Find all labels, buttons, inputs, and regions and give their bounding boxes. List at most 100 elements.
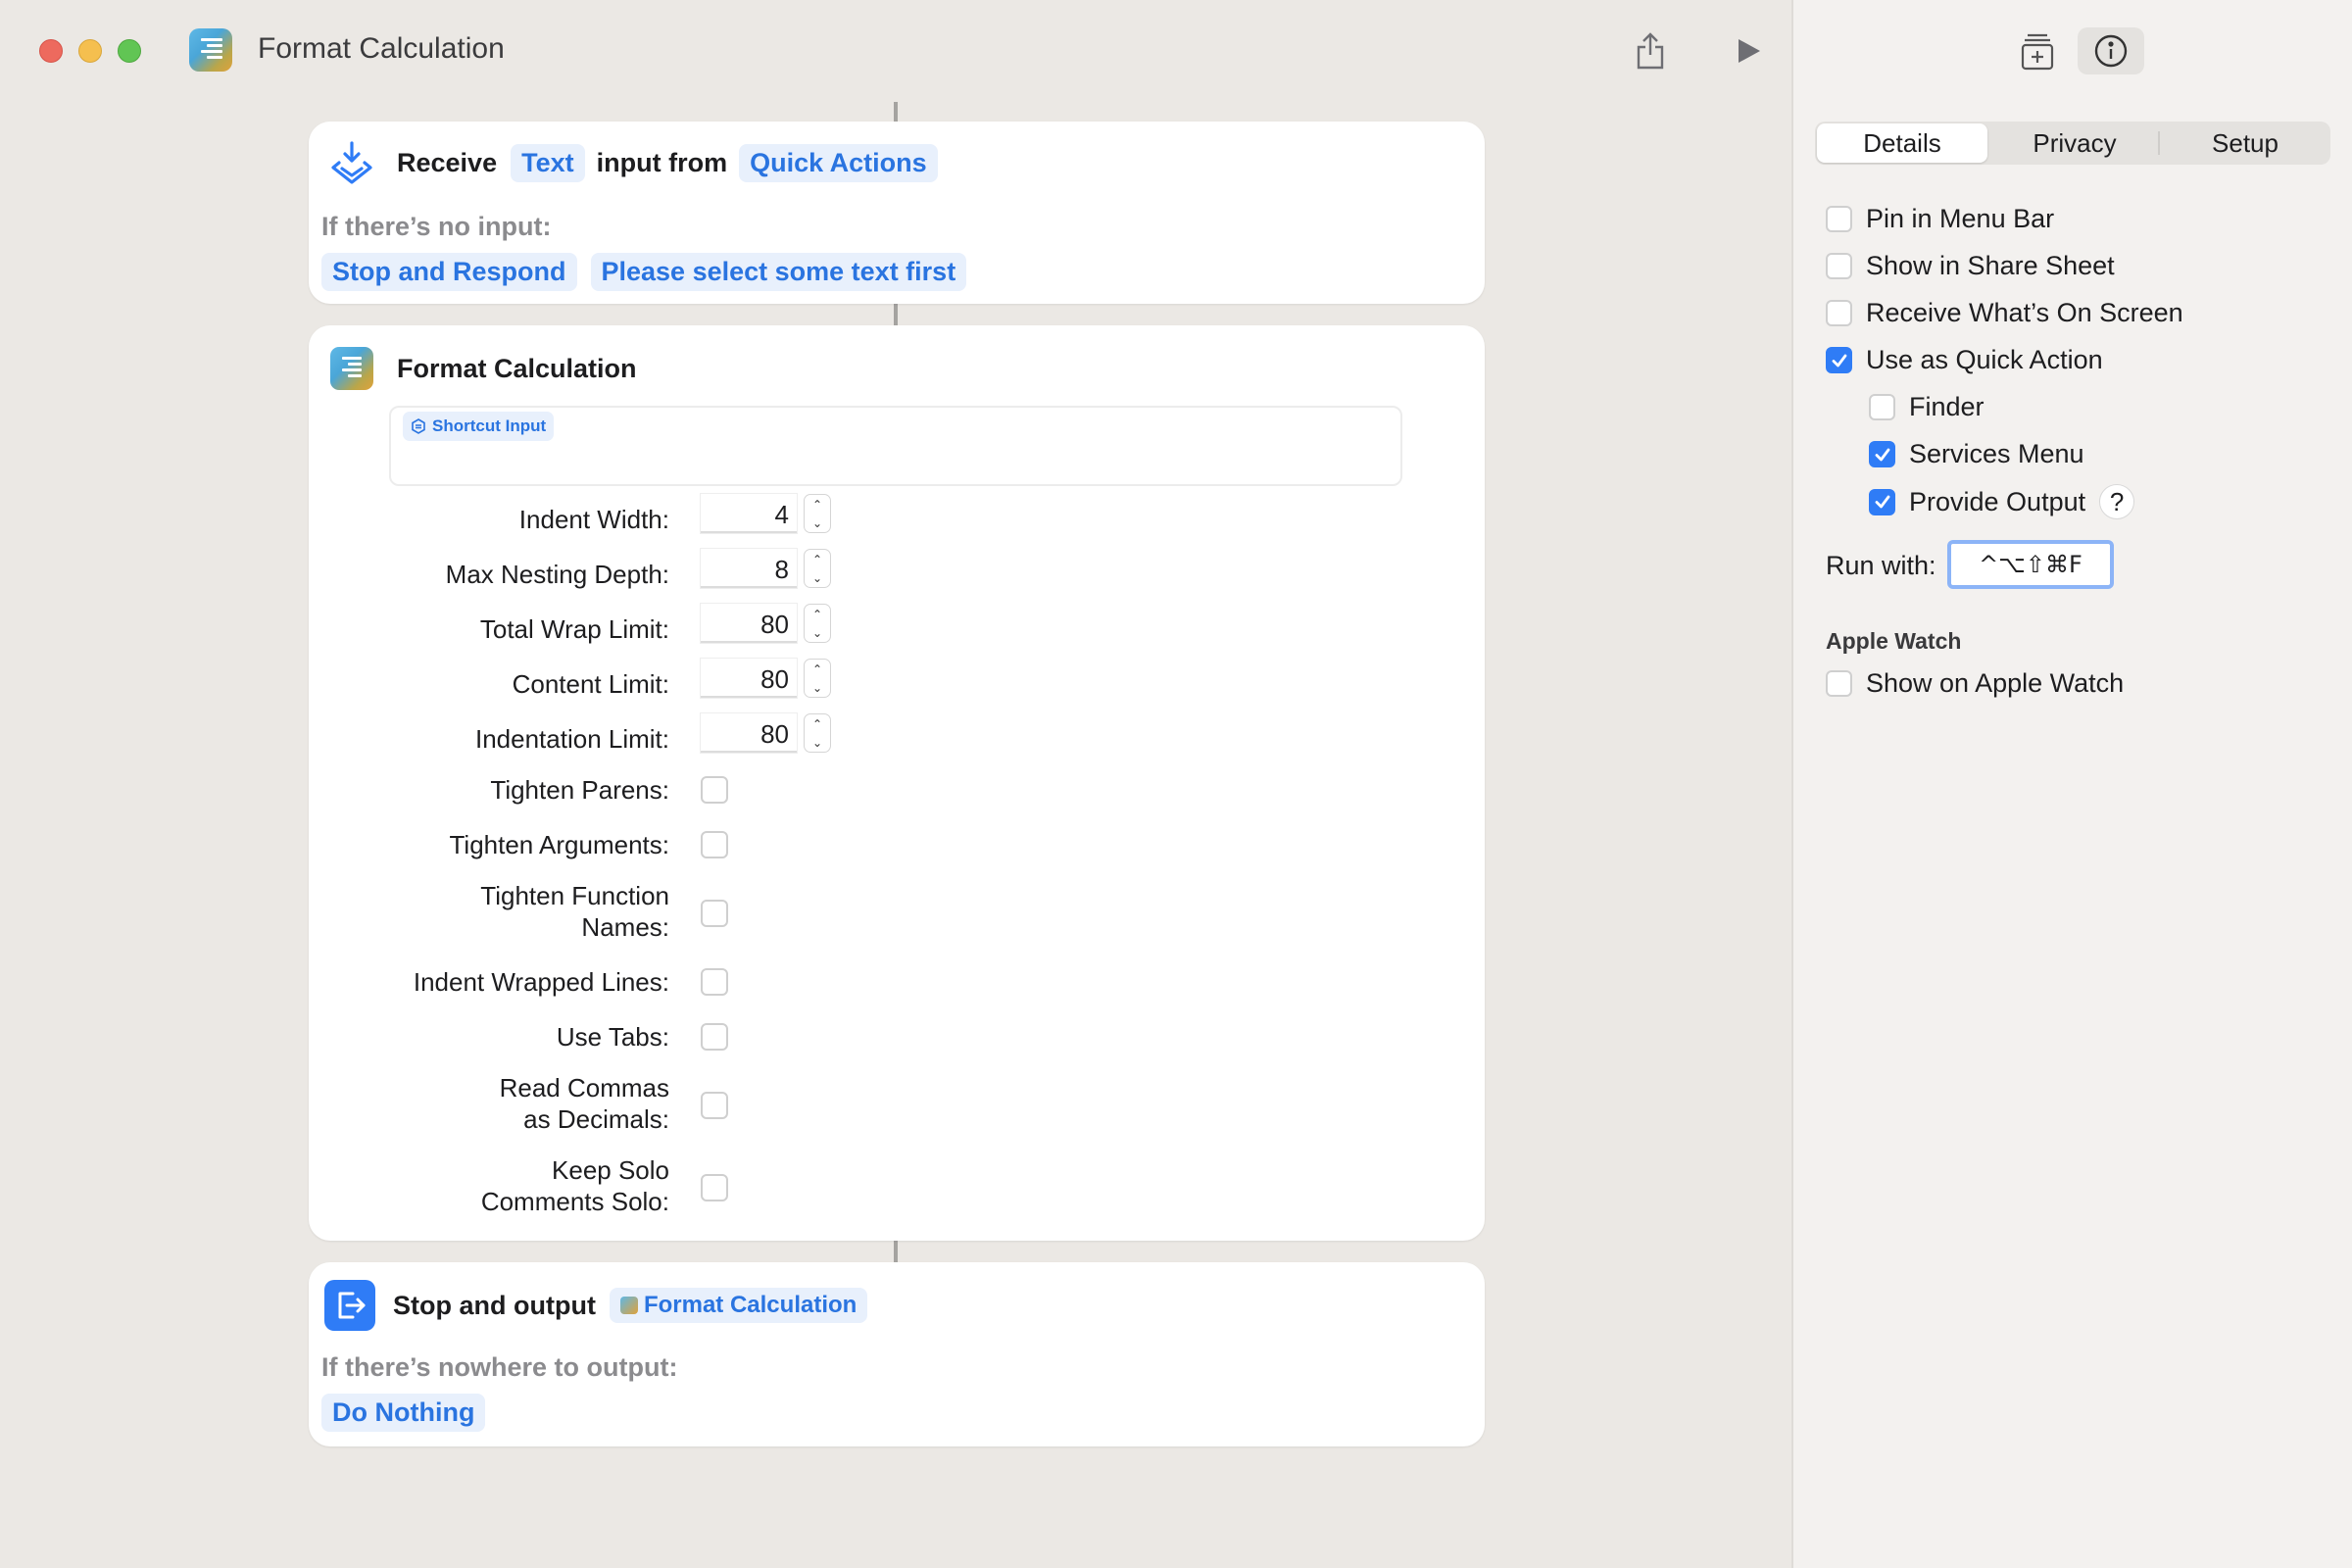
total-wrap-limit-field[interactable]: 80	[701, 604, 797, 643]
param-label: Names:	[581, 912, 669, 942]
apple-watch-heading: Apple Watch	[1826, 628, 1962, 654]
param-label: as Decimals:	[523, 1104, 669, 1134]
receive-on-screen-option[interactable]: Receive What’s On Screen	[1826, 298, 2183, 328]
receive-input-action[interactable]: Receive Text input from Quick Actions If…	[309, 122, 1485, 304]
details-tab-bar: Details Privacy Setup	[1815, 122, 2330, 165]
close-window-button[interactable]	[39, 39, 63, 63]
param-label: Read Commas	[499, 1073, 669, 1102]
stop-and-output-action[interactable]: Stop and output Format Calculation If th…	[309, 1262, 1485, 1446]
calculation-input-field[interactable]: Shortcut Input	[389, 406, 1402, 486]
content-limit-field[interactable]: 80	[701, 659, 797, 698]
tighten-arguments-checkbox[interactable]	[701, 831, 728, 858]
checkmark-icon	[1875, 448, 1889, 461]
indent-width-field[interactable]: 4	[701, 494, 797, 533]
format-calculation-action[interactable]: Format Calculation Shortcut Input Indent…	[309, 325, 1485, 1241]
tab-details[interactable]: Details	[1817, 123, 1987, 163]
chevron-up-icon[interactable]: ⌃	[812, 717, 822, 731]
param-label: Content Limit:	[512, 669, 669, 699]
max-nesting-depth-stepper[interactable]: ⌃ ⌄	[804, 549, 831, 588]
read-commas-checkbox[interactable]	[701, 1092, 728, 1119]
format-calculation-icon	[619, 1297, 638, 1314]
window-title[interactable]: Format Calculation	[258, 32, 505, 66]
do-nothing-token[interactable]: Do Nothing	[321, 1394, 486, 1432]
chevron-down-icon[interactable]: ⌄	[812, 736, 822, 750]
chevron-down-icon[interactable]: ⌄	[812, 626, 822, 640]
tab-setup[interactable]: Setup	[2160, 122, 2330, 165]
response-message-token[interactable]: Please select some text first	[590, 253, 967, 291]
indentation-limit-field[interactable]: 80	[701, 713, 797, 753]
param-label: Tighten Parens:	[490, 775, 669, 805]
total-wrap-limit-stepper[interactable]: ⌃ ⌄	[804, 604, 831, 643]
flow-connector	[894, 304, 898, 325]
chevron-up-icon[interactable]: ⌃	[812, 608, 822, 621]
param-label: Total Wrap Limit:	[479, 614, 669, 644]
pin-in-menu-bar-option[interactable]: Pin in Menu Bar	[1826, 204, 2054, 234]
show-in-share-sheet-option[interactable]: Show in Share Sheet	[1826, 251, 2115, 281]
param-label: Tighten Arguments:	[449, 830, 670, 859]
share-button[interactable]	[1627, 27, 1674, 74]
indent-wrapped-lines-checkbox[interactable]	[701, 968, 728, 996]
option-label: Finder	[1909, 392, 1984, 421]
minimize-window-button[interactable]	[78, 39, 102, 63]
share-icon	[1637, 32, 1664, 70]
param-label: Keep Solo	[552, 1155, 669, 1185]
chevron-up-icon[interactable]: ⌃	[812, 553, 822, 566]
info-button[interactable]	[2078, 27, 2144, 74]
show-on-apple-watch-option[interactable]: Show on Apple Watch	[1826, 668, 2124, 699]
use-as-quick-action-checkbox[interactable]	[1826, 347, 1852, 373]
help-button[interactable]: ?	[2099, 484, 2135, 519]
param-label: Indent Width:	[518, 505, 669, 534]
receive-on-screen-checkbox[interactable]	[1826, 300, 1852, 326]
info-icon	[2094, 34, 2128, 68]
param-label: Comments Solo:	[480, 1187, 669, 1216]
show-on-apple-watch-checkbox[interactable]	[1826, 670, 1852, 697]
run-with-label: Run with:	[1826, 551, 1936, 580]
chevron-up-icon[interactable]: ⌃	[812, 498, 822, 512]
keep-solo-comments-checkbox[interactable]	[701, 1174, 728, 1201]
format-title: Format Calculation	[397, 353, 637, 383]
nowhere-to-output-label: If there’s nowhere to output:	[321, 1352, 678, 1382]
chevron-up-icon[interactable]: ⌃	[812, 662, 822, 676]
shortcut-input-variable[interactable]: Shortcut Input	[403, 412, 555, 441]
content-limit-stepper[interactable]: ⌃ ⌄	[804, 659, 831, 698]
no-input-behavior-token[interactable]: Stop and Respond	[321, 253, 577, 291]
use-as-quick-action-option[interactable]: Use as Quick Action	[1826, 345, 2103, 375]
indentation-limit-stepper[interactable]: ⌃ ⌄	[804, 713, 831, 753]
services-menu-checkbox[interactable]	[1869, 441, 1895, 467]
chevron-down-icon[interactable]: ⌄	[812, 571, 822, 585]
variable-label: Shortcut Input	[432, 416, 547, 435]
show-in-share-sheet-checkbox[interactable]	[1826, 253, 1852, 279]
tighten-parens-checkbox[interactable]	[701, 776, 728, 804]
param-label: Indent Wrapped Lines:	[413, 967, 669, 997]
stop-output-label: Stop and output	[393, 1290, 596, 1320]
option-label: Services Menu	[1909, 439, 2084, 468]
chevron-down-icon[interactable]: ⌄	[812, 516, 822, 530]
output-variable-token[interactable]: Format Calculation	[609, 1288, 868, 1323]
no-input-label: If there’s no input:	[321, 212, 552, 241]
option-label: Pin in Menu Bar	[1866, 204, 2055, 233]
checkmark-icon	[1832, 354, 1846, 367]
shortcut-icon[interactable]	[189, 28, 232, 72]
chevron-down-icon[interactable]: ⌄	[812, 681, 822, 695]
tab-privacy[interactable]: Privacy	[1989, 122, 2160, 165]
input-source-token[interactable]: Quick Actions	[739, 143, 938, 182]
keyboard-shortcut-field[interactable]: ^⌥⇧⌘F	[1947, 540, 2114, 589]
tighten-function-names-checkbox[interactable]	[701, 900, 728, 927]
flow-connector	[894, 1241, 898, 1262]
finder-option[interactable]: Finder	[1869, 392, 1984, 422]
zoom-window-button[interactable]	[118, 39, 141, 63]
run-button[interactable]	[1725, 27, 1772, 74]
output-header: Stop and output Format Calculation	[324, 1280, 873, 1331]
add-to-library-button[interactable]	[2004, 27, 2071, 74]
input-type-token[interactable]: Text	[511, 143, 585, 182]
indent-width-stepper[interactable]: ⌃ ⌄	[804, 494, 831, 533]
provide-output-option[interactable]: Provide Output ?	[1869, 484, 2135, 519]
max-nesting-depth-field[interactable]: 8	[701, 549, 797, 588]
provide-output-checkbox[interactable]	[1869, 488, 1895, 515]
services-menu-option[interactable]: Services Menu	[1869, 439, 2084, 469]
stop-output-icon	[324, 1280, 375, 1331]
use-tabs-checkbox[interactable]	[701, 1023, 728, 1051]
pin-in-menu-bar-checkbox[interactable]	[1826, 206, 1852, 232]
finder-checkbox[interactable]	[1869, 394, 1895, 420]
param-label: Max Nesting Depth:	[445, 560, 669, 589]
